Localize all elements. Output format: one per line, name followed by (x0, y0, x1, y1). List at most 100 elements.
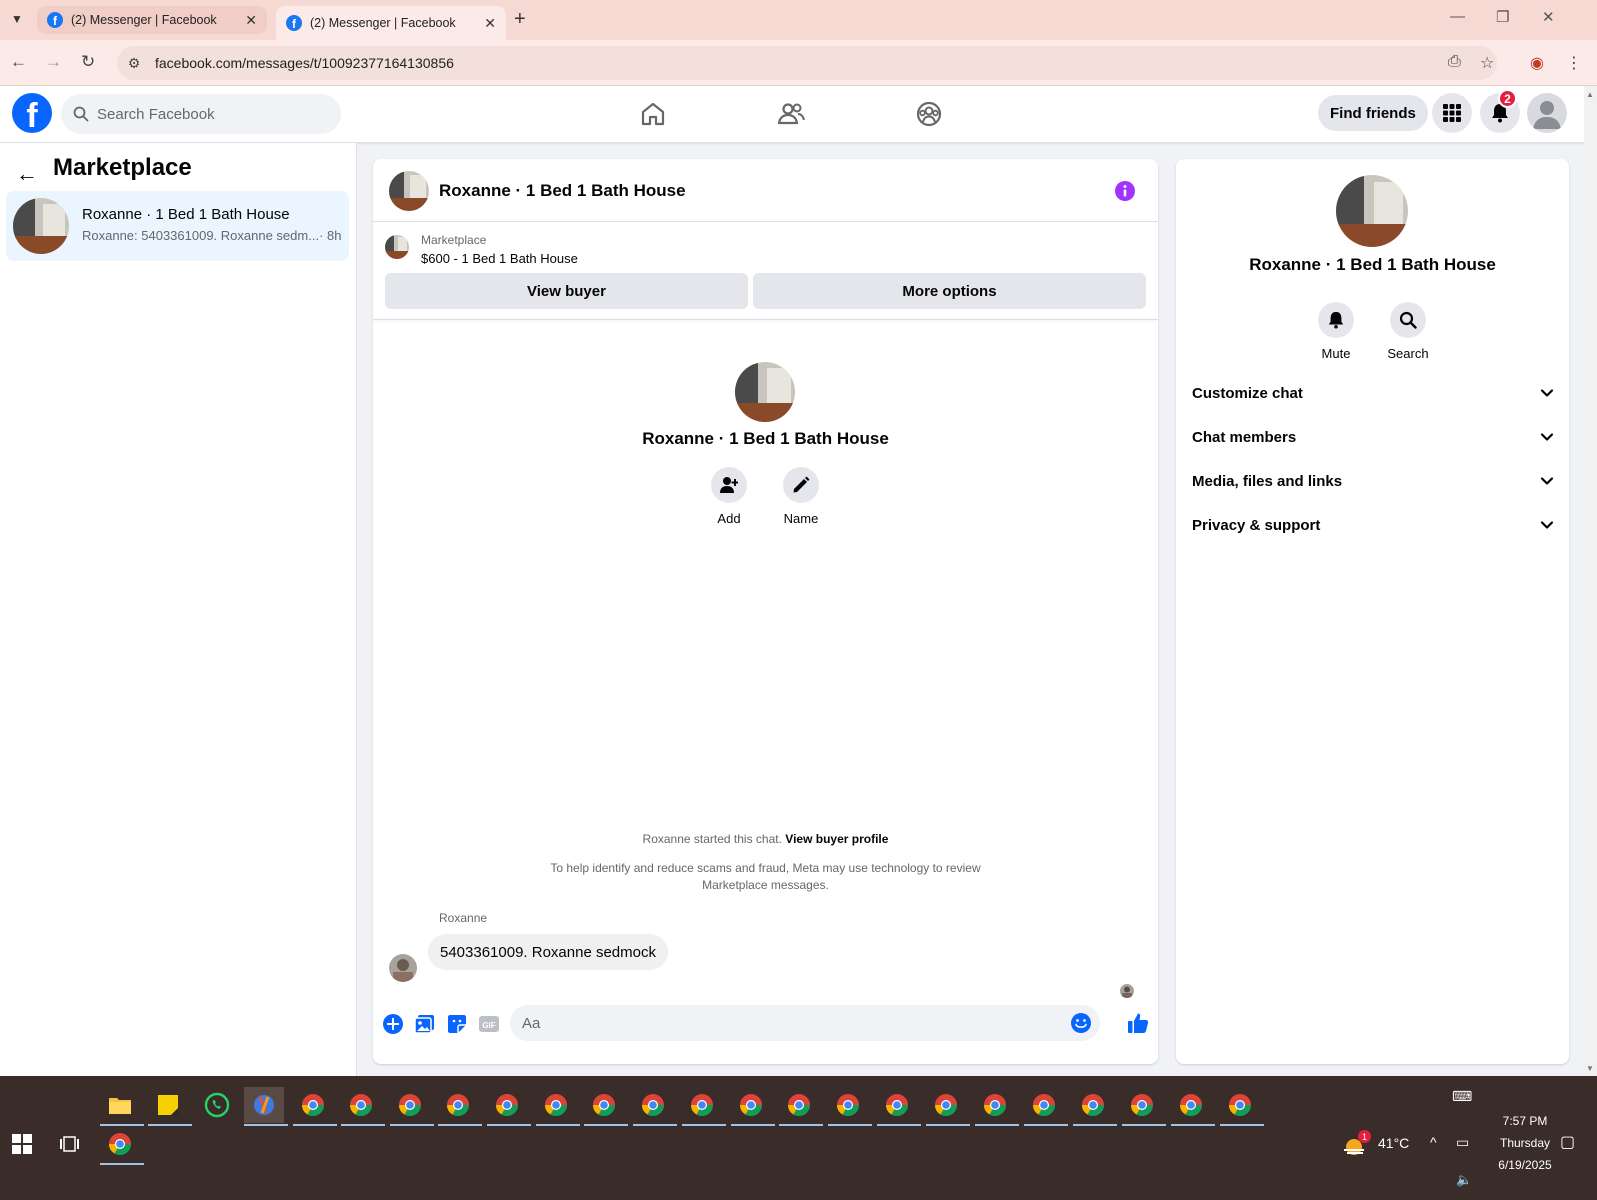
taskbar-chrome-17[interactable] (1073, 1087, 1117, 1126)
taskbar-chrome-2[interactable] (341, 1087, 385, 1126)
taskbar-chrome-14[interactable] (926, 1087, 970, 1126)
thumbs-up-icon[interactable] (1127, 1012, 1149, 1034)
omnibox[interactable]: ⚙ facebook.com/messages/t/10092377164130… (117, 46, 1497, 80)
forward-button[interactable]: → (45, 52, 62, 72)
groups-icon[interactable] (913, 98, 945, 130)
taskbar-chrome-9[interactable] (682, 1087, 726, 1126)
account-avatar[interactable] (1527, 93, 1567, 133)
taskbar-chrome-6[interactable] (536, 1087, 580, 1126)
new-tab-button[interactable]: + (514, 8, 526, 31)
temperature: 41°C (1378, 1135, 1410, 1151)
sender-avatar[interactable] (389, 954, 417, 982)
bookmark-star-icon[interactable]: ☆ (1480, 53, 1494, 73)
taskbar-chrome-13[interactable] (877, 1087, 921, 1126)
emoji-icon[interactable] (1070, 1012, 1092, 1034)
site-info-icon[interactable]: ⚙ (125, 54, 143, 72)
taskbar-chrome-20[interactable] (1220, 1087, 1264, 1126)
start-button[interactable] (2, 1126, 42, 1162)
message-input-box[interactable] (510, 1005, 1100, 1041)
network-icon[interactable]: ▭ (1456, 1134, 1469, 1151)
home-icon[interactable] (637, 98, 669, 130)
taskbar-sticky-notes[interactable] (148, 1087, 192, 1126)
back-button[interactable]: ← (10, 52, 27, 72)
task-view-button[interactable] (49, 1126, 89, 1162)
info-icon[interactable] (1115, 181, 1135, 201)
browser-tab-1[interactable]: f (2) Messenger | Facebook ✕ (37, 6, 267, 34)
default-avatar-icon (1533, 101, 1561, 129)
view-buyer-profile-link[interactable]: View buyer profile (785, 832, 888, 846)
back-arrow-icon[interactable]: ← (16, 161, 38, 187)
chevron-down-icon (1540, 433, 1554, 441)
search-box[interactable] (61, 94, 341, 134)
message-input[interactable] (510, 1014, 1050, 1032)
browser-tab-2[interactable]: f (2) Messenger | Facebook ✕ (276, 6, 506, 40)
plus-circle-icon[interactable] (382, 1013, 404, 1035)
facebook-logo-icon[interactable]: f (12, 93, 52, 133)
find-friends-button[interactable]: Find friends (1318, 95, 1428, 131)
scroll-down-arrow-icon[interactable]: ▼ (1586, 1064, 1594, 1073)
taskbar-chrome-15[interactable] (975, 1087, 1019, 1126)
chat-title[interactable]: Roxanne · 1 Bed 1 Bath House (439, 181, 686, 201)
media-files-links-section[interactable]: Media, files and links (1192, 469, 1554, 493)
privacy-support-section[interactable]: Privacy & support (1192, 513, 1554, 537)
chat-members-section[interactable]: Chat members (1192, 425, 1554, 449)
photo-icon[interactable] (414, 1013, 436, 1035)
chat-started-notice: Roxanne started this chat. View buyer pr… (642, 832, 889, 846)
seen-receipt-avatar (1120, 984, 1134, 998)
menu-icon[interactable]: ⋮ (1566, 53, 1582, 73)
action-center-top-icon[interactable]: ⌨ (1452, 1088, 1472, 1105)
taskbar-chrome-3[interactable] (390, 1087, 434, 1126)
search-icon (73, 106, 89, 122)
install-app-icon[interactable]: ⎙ (1448, 53, 1461, 71)
taskbar-chrome-8[interactable] (633, 1087, 677, 1126)
taskbar-chrome-16[interactable] (1024, 1087, 1068, 1126)
taskbar-snipping-tool[interactable] (244, 1087, 288, 1126)
add-label: Add (717, 511, 741, 526)
taskbar-whatsapp[interactable] (197, 1087, 237, 1123)
volume-icon[interactable]: 🔈 (1456, 1172, 1472, 1188)
taskbar-chrome-pinned[interactable] (100, 1126, 144, 1165)
minimize-button[interactable]: — (1450, 8, 1465, 25)
tab-close-icon[interactable]: ✕ (245, 12, 257, 29)
search-input[interactable] (97, 105, 317, 123)
conversation-item[interactable]: Roxanne · 1 Bed 1 Bath House Roxanne: 54… (6, 191, 349, 261)
taskbar-chrome-7[interactable] (584, 1087, 628, 1126)
restore-button[interactable]: ❐ (1496, 8, 1509, 26)
name-chat-action[interactable]: Name (771, 467, 831, 526)
close-window-button[interactable]: ✕ (1542, 8, 1555, 26)
sticker-icon[interactable] (446, 1013, 468, 1035)
taskbar-chrome-19[interactable] (1171, 1087, 1215, 1126)
taskbar-chrome-10[interactable] (731, 1087, 775, 1126)
search-in-chat-action[interactable]: Search (1378, 302, 1438, 361)
scroll-up-arrow-icon[interactable]: ▲ (1586, 90, 1594, 99)
gif-icon[interactable]: GIF (478, 1013, 500, 1035)
more-options-button[interactable]: More options (753, 273, 1146, 309)
search-icon (1399, 311, 1417, 329)
friends-icon[interactable] (775, 98, 807, 130)
sidebar-title: Marketplace (53, 154, 192, 181)
taskbar-chrome-11[interactable] (779, 1087, 823, 1126)
add-people-action[interactable]: Add (699, 467, 759, 526)
menu-grid-button[interactable] (1432, 93, 1472, 133)
taskbar-chrome-18[interactable] (1122, 1087, 1166, 1126)
customize-chat-section[interactable]: Customize chat (1192, 381, 1554, 405)
message-bubble[interactable]: 5403361009. Roxanne sedmock (428, 934, 668, 970)
reload-button[interactable]: ↻ (81, 52, 95, 72)
listing-price-title: $600 - 1 Bed 1 Bath House (421, 251, 578, 266)
notifications-center-icon[interactable]: ▢ (1560, 1132, 1575, 1152)
taskbar-chrome-5[interactable] (487, 1087, 531, 1126)
view-buyer-button[interactable]: View buyer (385, 273, 748, 309)
details-avatar[interactable] (1336, 175, 1408, 247)
mute-action[interactable]: Mute (1306, 302, 1366, 361)
clock-time[interactable]: 7:57 PM (1490, 1114, 1560, 1128)
show-hidden-icons-icon[interactable]: ^ (1430, 1134, 1437, 1150)
chat-header-avatar[interactable] (389, 171, 429, 211)
taskbar-chrome-1[interactable] (293, 1087, 337, 1126)
profile-icon[interactable]: ◉ (1530, 53, 1544, 73)
taskbar-chrome-4[interactable] (438, 1087, 482, 1126)
tab-close-icon[interactable]: ✕ (484, 15, 496, 32)
taskbar-chrome-12[interactable] (828, 1087, 872, 1126)
taskbar-file-explorer[interactable] (100, 1087, 144, 1126)
tab-search-button[interactable]: ▼ (4, 6, 30, 32)
page-scrollbar[interactable]: ▲ ▼ (1584, 86, 1597, 1076)
